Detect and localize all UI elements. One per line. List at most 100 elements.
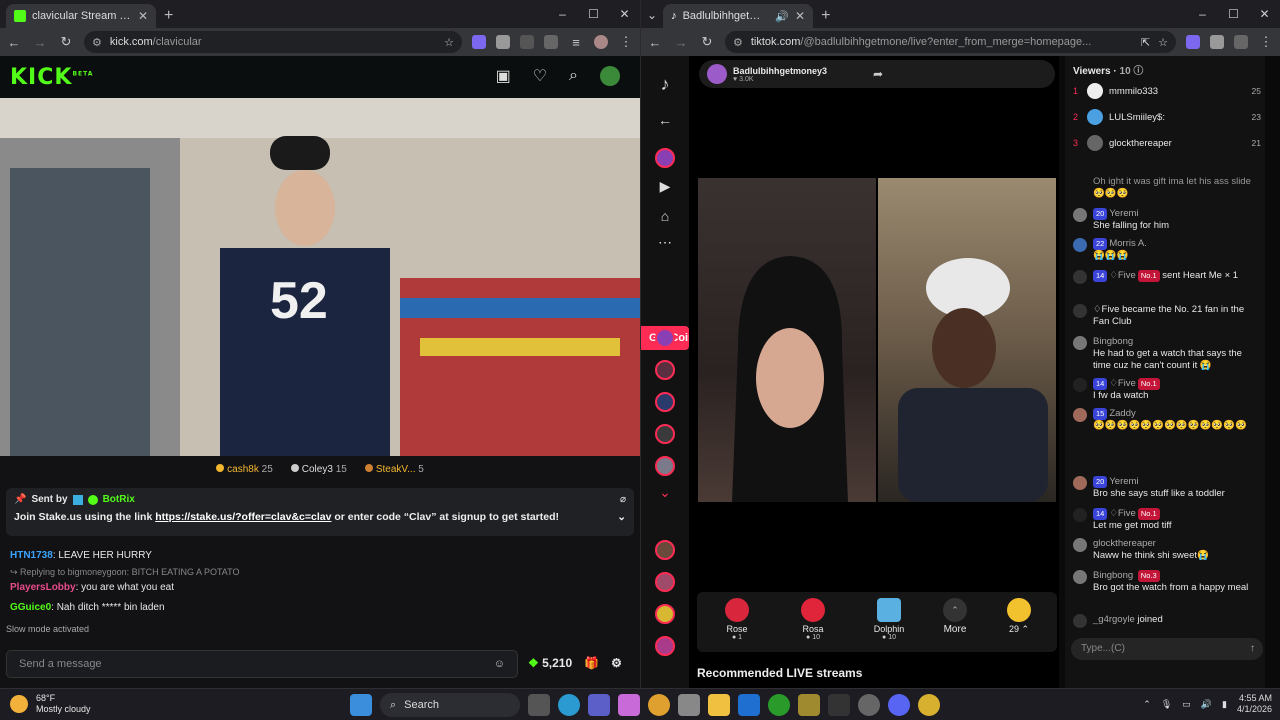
chevron-up-icon[interactable]: ⌃ — [1143, 699, 1151, 710]
search-icon[interactable]: ⌕ — [569, 67, 578, 85]
gifter-1[interactable]: cash8k 25 — [216, 463, 273, 475]
forward-icon[interactable]: → — [32, 35, 48, 50]
chrome-icon[interactable] — [918, 694, 940, 716]
browse-icon[interactable]: ▣ — [496, 66, 511, 86]
maximize-icon[interactable]: ☐ — [1218, 0, 1249, 28]
close-window-icon[interactable]: ✕ — [609, 0, 640, 28]
live-guest-panel-left[interactable] — [698, 178, 876, 502]
sidebar-avatar[interactable] — [655, 148, 675, 168]
emoji-icon[interactable]: ☺ — [494, 651, 505, 677]
copilot-icon[interactable] — [618, 694, 640, 716]
chat-user[interactable]: GGuice0 — [10, 602, 51, 613]
xbox-icon[interactable] — [768, 694, 790, 716]
chrome-icon[interactable] — [648, 694, 670, 716]
new-tab-button[interactable]: + — [821, 7, 830, 25]
chat-user[interactable]: HTN1738 — [10, 550, 53, 561]
start-windows-icon[interactable] — [350, 694, 372, 716]
back-icon[interactable]: ← — [6, 35, 22, 50]
more-dots-icon[interactable]: ⋯ — [654, 234, 676, 256]
gifter-2[interactable]: Coley3 15 — [290, 463, 347, 475]
tiktok-chat-input[interactable]: Type...(C) ↑ — [1071, 638, 1263, 660]
send-icon[interactable]: ↑ — [1250, 638, 1255, 660]
maximize-icon[interactable]: ☐ — [578, 0, 609, 28]
close-tab-icon[interactable]: ✕ — [795, 9, 805, 23]
live-avatar[interactable] — [655, 360, 675, 380]
live-avatar[interactable] — [655, 604, 675, 624]
points-display[interactable]: ❖ 5,210 — [528, 656, 572, 670]
puzzle-icon[interactable] — [544, 35, 558, 49]
user-avatar[interactable] — [600, 66, 620, 86]
minimize-icon[interactable]: – — [547, 0, 578, 28]
gift-rose[interactable]: Rose ● 1 — [711, 598, 763, 641]
outlook-icon[interactable] — [738, 694, 760, 716]
reload-icon[interactable]: ↻ — [58, 34, 74, 50]
tab-search-icon[interactable]: ⌄ — [647, 8, 657, 22]
taskbar-search[interactable]: ⌕ Search — [380, 693, 520, 717]
extension-icon[interactable] — [472, 35, 486, 49]
streamer-info[interactable]: Badlulbihhgetmoney3 ♥ 3.0K ➦ — [699, 60, 1055, 88]
live-video-icon[interactable]: ▶ — [654, 178, 676, 200]
audio-icon[interactable]: 🔊 — [775, 10, 789, 23]
address-bar[interactable]: ⚙ kick.com/clavicular ☆ — [84, 31, 462, 53]
site-info-icon[interactable]: ⚙ — [92, 36, 102, 49]
explore-icon[interactable]: ⌂ — [654, 208, 676, 230]
extension-icon[interactable] — [496, 35, 510, 49]
chat-user[interactable]: PlayersLobby — [10, 582, 76, 593]
live-avatar[interactable] — [655, 572, 675, 592]
gift-rosa[interactable]: Rosa ● 10 — [787, 598, 839, 641]
task-view-icon[interactable] — [528, 694, 550, 716]
reload-icon[interactable]: ↻ — [699, 34, 715, 50]
live-avatar[interactable] — [655, 424, 675, 444]
tiktok-logo-icon[interactable]: ♪ — [654, 74, 676, 96]
tab-tiktok[interactable]: ♪ Badlulbihhgetmoney3 (@b... 🔊 ✕ — [663, 4, 814, 28]
settings-gear-icon[interactable]: ⚙ — [611, 656, 622, 670]
tab-kick[interactable]: clavicular Stream - Watch Live o ✕ — [6, 4, 156, 28]
share-icon[interactable]: ➦ — [873, 67, 883, 81]
extension-icon[interactable] — [520, 35, 534, 49]
bookmark-star-icon[interactable]: ☆ — [444, 36, 454, 49]
following-heart-icon[interactable]: ♡ — [533, 66, 547, 86]
back-icon[interactable]: ← — [647, 35, 663, 50]
puzzle-icon[interactable] — [1234, 35, 1248, 49]
open-external-icon[interactable]: ⇱ — [1141, 36, 1150, 49]
teams-icon[interactable] — [588, 694, 610, 716]
live-avatar[interactable] — [655, 392, 675, 412]
app-icon[interactable] — [798, 694, 820, 716]
viewer-row[interactable]: 2 LULSmiiley$: 23 — [1073, 106, 1261, 128]
streamer-avatar[interactable] — [707, 64, 727, 84]
file-explorer-icon[interactable] — [708, 694, 730, 716]
close-tab-icon[interactable]: ✕ — [138, 9, 148, 23]
gifter-3[interactable]: SteakV... 5 — [364, 463, 424, 475]
epic-icon[interactable] — [828, 694, 850, 716]
clock[interactable]: 4:55 AM 4/1/2026 — [1237, 693, 1272, 715]
forward-icon[interactable]: → — [673, 35, 689, 50]
network-icon[interactable]: ▭ — [1182, 699, 1191, 710]
discord-icon[interactable] — [888, 694, 910, 716]
menu-icon[interactable]: ⋮ — [618, 34, 634, 50]
more-gifts-button[interactable]: ⌃ More — [929, 598, 981, 635]
chevron-down-icon[interactable]: ⌄ — [654, 484, 676, 506]
app-icon[interactable] — [858, 694, 880, 716]
kick-logo[interactable]: KICKBETA — [10, 65, 93, 90]
weather-widget[interactable]: 68°F Mostly cloudy — [10, 693, 91, 715]
bookmark-star-icon[interactable]: ☆ — [1158, 36, 1168, 49]
live-avatar[interactable] — [655, 540, 675, 560]
viewer-row[interactable]: 3 glockthereaper 21 — [1073, 132, 1261, 154]
back-arrow-icon[interactable]: ← — [654, 112, 676, 134]
minimize-icon[interactable]: – — [1187, 0, 1218, 28]
close-window-icon[interactable]: ✕ — [1249, 0, 1280, 28]
menu-icon[interactable]: ⋮ — [1258, 34, 1274, 50]
stake-link[interactable]: https://stake.us/?offer=clav&c=clav — [155, 511, 331, 523]
mic-icon[interactable]: 🎙 — [1161, 699, 1172, 710]
store-icon[interactable] — [678, 694, 700, 716]
extension-icon[interactable] — [1186, 35, 1200, 49]
battery-icon[interactable]: ▮ — [1222, 699, 1227, 710]
live-avatar[interactable] — [655, 328, 675, 348]
extension-icon[interactable] — [1210, 35, 1224, 49]
chevron-down-icon[interactable]: ⌄ — [617, 511, 626, 523]
site-info-icon[interactable]: ⚙ — [733, 36, 743, 49]
info-icon[interactable]: ⓘ — [1133, 66, 1143, 77]
edge-icon[interactable] — [558, 694, 580, 716]
live-avatar[interactable] — [655, 456, 675, 476]
live-host-panel-right[interactable] — [878, 178, 1056, 502]
